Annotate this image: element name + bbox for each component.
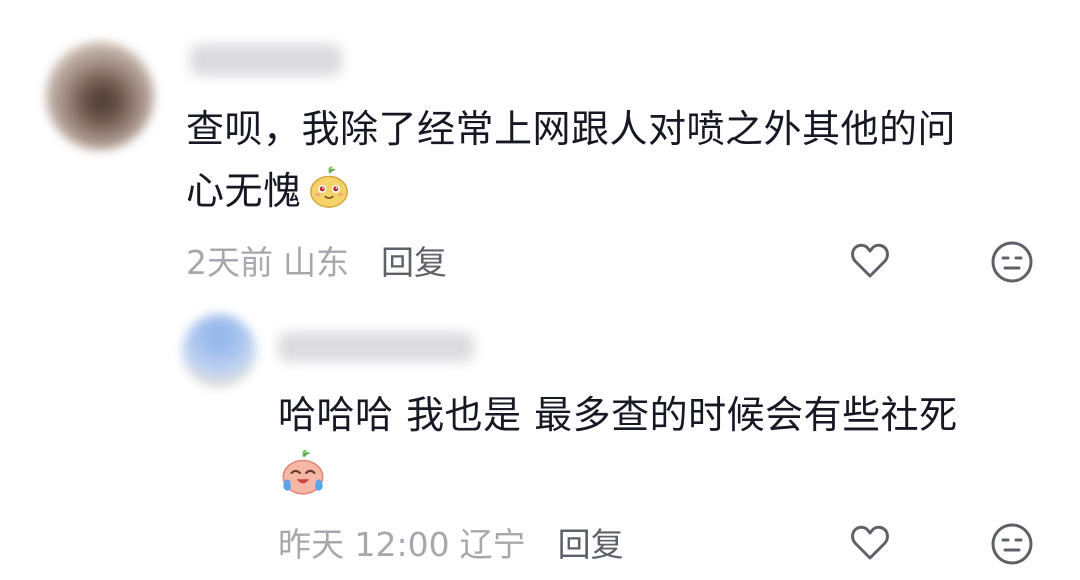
comment-meta: 2天前 山东 回复 xyxy=(186,236,457,284)
reply-button[interactable]: 回复 xyxy=(381,243,447,282)
neutral-face-icon[interactable] xyxy=(988,238,1036,286)
heart-icon[interactable] xyxy=(846,236,894,284)
reply-time: 昨天 12:00 xyxy=(278,525,450,564)
avatar[interactable] xyxy=(46,42,154,150)
comment-time: 2天前 xyxy=(186,243,273,282)
comment-text: 查呗，我除了经常上网跟人对喷之外其他的问 心无愧 xyxy=(186,98,1026,222)
reply-reply-button[interactable]: 回复 xyxy=(558,525,624,564)
comment-thread: 查呗，我除了经常上网跟人对喷之外其他的问 心无愧 2天前 山东 回复 哈哈哈 我也是 … xyxy=(0,0,1080,580)
crying-laughing-bun-emoji-icon xyxy=(282,449,324,495)
neutral-face-icon[interactable] xyxy=(988,520,1036,568)
reply-meta: 昨天 12:00 辽宁 回复 xyxy=(278,518,634,566)
heart-icon[interactable] xyxy=(846,518,894,566)
reply-username-blurred[interactable] xyxy=(278,332,474,362)
comment-text-line1: 查呗，我除了经常上网跟人对喷之外其他的问 xyxy=(186,107,957,151)
reply-location: 辽宁 xyxy=(459,525,526,564)
blush-bun-emoji-icon xyxy=(309,166,348,208)
username-blurred[interactable] xyxy=(190,44,342,76)
reply-text: 哈哈哈 我也是 最多查的时候会有些社死 xyxy=(278,393,958,437)
comment-location: 山东 xyxy=(283,243,349,282)
comment-text-line2: 心无愧 xyxy=(186,169,302,213)
reply-avatar[interactable] xyxy=(182,314,256,388)
